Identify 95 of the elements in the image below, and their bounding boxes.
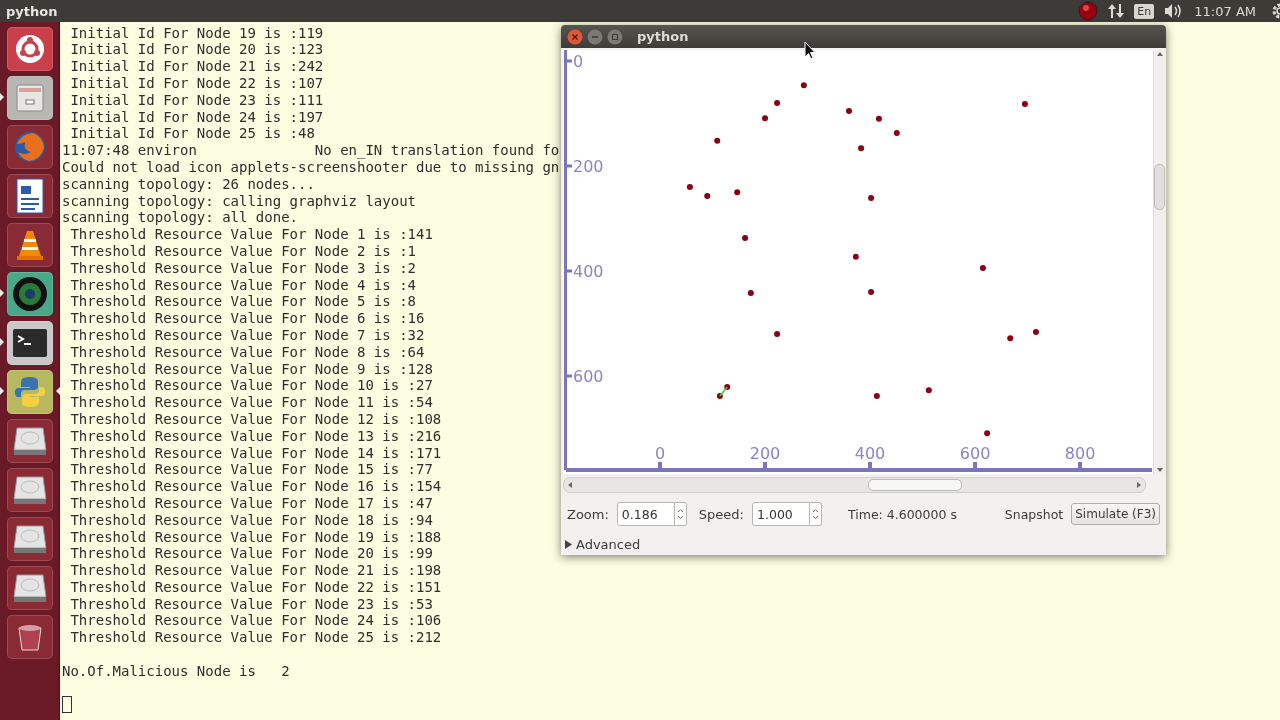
terminal-line: Threshold Resource Value For Node 11 is :54 — [69, 394, 433, 411]
horizontal-scrollbar[interactable] — [563, 477, 1146, 493]
terminal-line: Threshold Resource Value For Node 20 is :99 — [69, 545, 433, 563]
terminal-line: Initial Id For Node 25 is :48 — [69, 125, 315, 143]
terminal-line: Threshold Resource Value For Node 18 is :94 — [69, 511, 433, 529]
terminal-line: scanning topology: all done. — [62, 209, 298, 227]
terminal-line: Threshold Resource Value For Node 16 is :154 — [69, 478, 442, 495]
file-cabinet-icon — [14, 82, 46, 114]
terminal-line: Threshold Resource Value For Node 13 is :216 — [69, 427, 442, 445]
trash-icon — [15, 622, 45, 652]
document-icon — [15, 178, 45, 214]
zoom-field[interactable]: 0.186 — [616, 502, 675, 526]
axis-label: 400 — [573, 262, 604, 281]
terminal-line: Threshold Resource Value For Node 24 is :106 — [69, 612, 442, 630]
network-arrows-icon[interactable] — [1108, 3, 1125, 19]
scroll-left-icon[interactable] — [567, 481, 573, 489]
vertical-scrollbar[interactable] — [1153, 50, 1165, 474]
window-title: python — [637, 29, 689, 44]
terminal-line: Threshold Resource Value For Node 3 is :2 — [69, 259, 416, 277]
zoom-label: Zoom: — [567, 506, 609, 522]
terminal-line: Threshold Resource Value For Node 25 is :212 — [69, 629, 442, 647]
terminal-line: Threshold Resource Value For Node 10 is :27 — [69, 377, 433, 395]
terminal-line: Initial Id For Node 21 is :242 — [69, 58, 324, 75]
terminal-line: Threshold Resource Value For Node 8 is :64 — [69, 343, 425, 361]
terminal-icon — [12, 328, 48, 358]
terminal-line: Initial Id For Node 20 is :123 — [69, 41, 324, 59]
axis-label: 200 — [749, 444, 781, 463]
spin-arrows-icon[interactable] — [812, 508, 819, 520]
terminal-line: Threshold Resource Value For Node 14 is :171 — [69, 444, 442, 462]
terminal-line: Threshold Resource Value For Node 4 is :4 — [69, 276, 416, 294]
scroll-right-icon[interactable] — [1136, 481, 1142, 489]
terminal-line: scanning topology: calling graphviz layout — [62, 192, 416, 210]
launcher-item[interactable] — [6, 566, 54, 610]
launcher-item[interactable] — [6, 27, 54, 71]
terminal-line: Could not load icon applets-screenshooter due to missing gn — [62, 158, 560, 176]
app-title: python — [6, 3, 58, 19]
terminal-line: Threshold Resource Value For Node 15 is :77 — [69, 461, 433, 479]
terminal-line: 11:07:48 environ No en_IN translation found fo — [62, 142, 560, 159]
terminal-line: Threshold Resource Value For Node 12 is :108 — [69, 410, 442, 428]
terminal-line: Threshold Resource Value For Node 23 is :53 — [69, 595, 433, 613]
spin-arrows-icon[interactable] — [676, 508, 684, 520]
axis-label: 600 — [959, 444, 991, 463]
hard-drive-icon — [12, 573, 48, 603]
terminal-line: Threshold Resource Value For Node 21 is :198 — [69, 562, 442, 579]
traffic-cone-icon — [14, 228, 46, 262]
terminal-line: Threshold Resource Value For Node 6 is :16 — [69, 310, 425, 327]
keyboard-indicator[interactable]: En — [1134, 3, 1155, 19]
launcher-item[interactable] — [6, 615, 54, 659]
terminal-line: Threshold Resource Value For Node 2 is :1 — [69, 242, 416, 260]
terminal-line: Threshold Resource Value For Node 9 is :128 — [69, 360, 433, 378]
launcher-item[interactable] — [6, 174, 54, 218]
launcher-item[interactable] — [6, 419, 54, 463]
record-icon[interactable] — [1078, 1, 1099, 21]
scroll-up-icon[interactable] — [1155, 50, 1164, 58]
scroll-down-icon[interactable] — [1155, 466, 1164, 474]
axis-label: 0 — [654, 444, 666, 463]
hard-drive-icon — [12, 524, 48, 554]
terminal-line: Initial Id For Node 22 is :107 — [69, 75, 324, 92]
axis-label: 200 — [573, 157, 604, 176]
axis-label: 400 — [854, 444, 886, 463]
speed-field[interactable]: 1.000 — [752, 502, 810, 526]
globe-fox-icon — [13, 130, 47, 164]
terminal-line: Initial Id For Node 24 is :197 — [69, 108, 324, 126]
launcher-item[interactable] — [6, 223, 54, 267]
scroll-thumb[interactable] — [1154, 164, 1165, 210]
launcher-item[interactable] — [6, 517, 54, 561]
terminal-line: Threshold Resource Value For Node 5 is :8 — [69, 293, 416, 311]
scroll-thumb[interactable] — [867, 479, 962, 491]
terminal-line: Threshold Resource Value For Node 19 is :188 — [69, 528, 442, 546]
axis-label: 0 — [573, 52, 584, 72]
expander-arrow-icon — [564, 540, 572, 549]
hard-drive-icon — [12, 426, 48, 456]
hard-drive-icon — [12, 475, 48, 505]
terminal-line: Threshold Resource Value For Node 22 is :151 — [69, 578, 442, 596]
ubuntu-logo-icon — [15, 34, 45, 64]
advanced-expander[interactable]: Advanced — [564, 537, 641, 552]
simulate-button[interactable]: Simulate (F3) — [1071, 503, 1160, 525]
time-readout: Time: 4.600000 s — [848, 506, 957, 522]
terminal-line: Threshold Resource Value For Node 17 is :47 — [69, 494, 433, 512]
snake-logo-icon — [13, 375, 47, 409]
snapshot-button[interactable]: Snapshot — [1000, 503, 1068, 525]
axis-label: 800 — [1064, 444, 1096, 463]
maximize-icon[interactable] — [607, 28, 623, 45]
terminal-line: Threshold Resource Value For Node 1 is :141 — [69, 226, 433, 243]
camera-lens-icon — [12, 276, 48, 312]
clock[interactable]: 11:07 AM — [1194, 3, 1256, 19]
terminal-line: scanning topology: 26 nodes... — [62, 175, 315, 193]
axis-label: 600 — [573, 367, 604, 386]
terminal-line: Initial Id For Node 19 is :119 — [69, 24, 324, 42]
speed-label: Speed: — [698, 506, 744, 522]
terminal-line: No.Of.Malicious Node is 2 — [62, 662, 290, 680]
launcher-item[interactable] — [6, 468, 54, 512]
terminal-line: Initial Id For Node 23 is :111 — [69, 91, 324, 109]
terminal-line: Threshold Resource Value For Node 7 is :32 — [69, 326, 425, 344]
close-icon[interactable] — [567, 28, 583, 45]
